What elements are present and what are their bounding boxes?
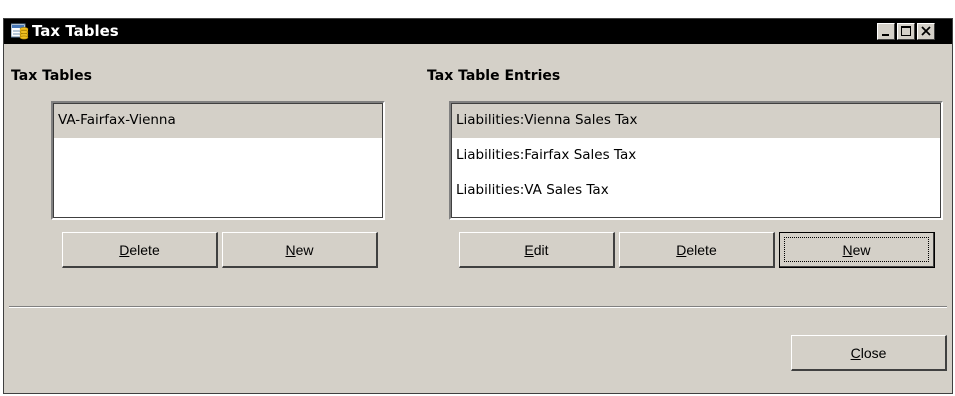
tax-table-entries-list[interactable]: Liabilities:Vienna Sales Tax Liabilities:… (449, 101, 943, 220)
mnemonic: N (285, 241, 296, 258)
tax-table-entry-list-item[interactable]: Liabilities:VA Sales Tax (451, 173, 941, 208)
close-icon (921, 26, 931, 36)
mnemonic: D (119, 241, 130, 258)
button-label: lose (860, 344, 887, 361)
close-dialog-button[interactable]: Close (791, 335, 947, 371)
focus-rectangle (784, 237, 929, 262)
divider (9, 306, 947, 308)
entries-edit-button[interactable]: Edit (459, 232, 615, 268)
tax-tables-new-button[interactable]: New (222, 232, 378, 268)
window-title: Tax Tables (32, 22, 119, 40)
tax-tables-window: Tax Tables Tax Tables Tax Table Entries … (3, 18, 953, 394)
tax-tables-list[interactable]: VA-Fairfax-Vienna (51, 101, 385, 220)
mnemonic: E (524, 241, 534, 258)
minimize-button[interactable] (877, 23, 895, 40)
maximize-button[interactable] (897, 23, 915, 40)
title-bar[interactable]: Tax Tables (4, 19, 952, 44)
button-label: ew (295, 241, 314, 258)
tax-tables-label: Tax Tables (11, 68, 92, 84)
tax-table-entry-list-item[interactable]: Liabilities:Fairfax Sales Tax (451, 138, 941, 173)
entries-new-button[interactable]: New (779, 232, 935, 268)
tax-tables-delete-button[interactable]: Delete (62, 232, 218, 268)
mnemonic: C (850, 344, 861, 361)
entries-delete-button[interactable]: Delete (619, 232, 775, 268)
mnemonic: D (676, 241, 687, 258)
tax-table-entries-label: Tax Table Entries (427, 68, 561, 84)
tax-table-app-icon (10, 23, 29, 40)
button-label: dit (533, 241, 549, 258)
maximize-icon (901, 26, 911, 36)
tax-table-entry-list-item[interactable]: Liabilities:Vienna Sales Tax (451, 103, 941, 138)
close-button[interactable] (917, 23, 935, 40)
minimize-icon (882, 34, 889, 36)
tax-table-list-item[interactable]: VA-Fairfax-Vienna (53, 103, 383, 138)
button-label: elete (686, 241, 717, 258)
button-label: elete (129, 241, 160, 258)
